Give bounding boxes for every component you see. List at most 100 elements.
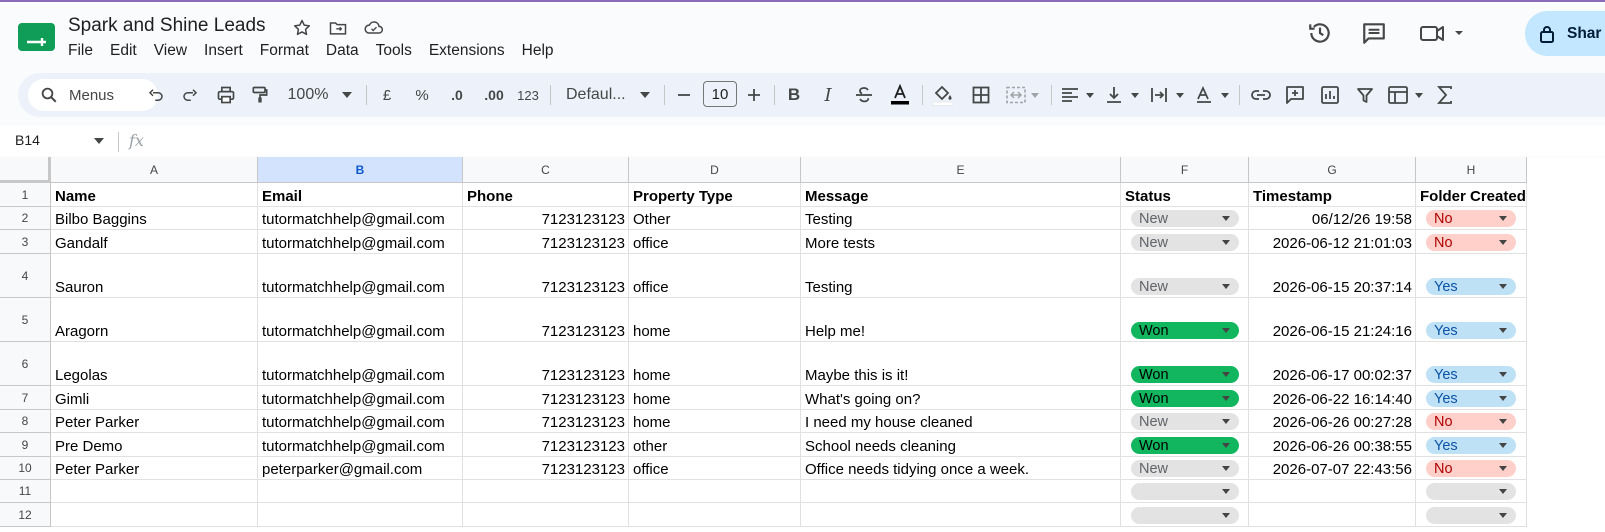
cell-email[interactable]: tutormatchhelp@gmail.com [258,207,463,230]
chip-chevron-down-icon[interactable] [1499,216,1507,221]
cell-name[interactable]: Aragorn [51,298,258,342]
chip-chevron-down-icon[interactable] [1499,466,1507,471]
chip-chevron-down-icon[interactable] [1222,240,1230,245]
cell-email[interactable]: tutormatchhelp@gmail.com [258,230,463,254]
status-dropdown-chip[interactable] [1131,507,1239,524]
status-dropdown-chip[interactable]: Won [1131,390,1239,407]
column-label-cell[interactable]: Folder Created [1416,183,1527,207]
row-header-6[interactable]: 6 [0,342,51,386]
cell-empty[interactable] [1249,503,1416,527]
cell-phone[interactable]: 7123123123 [463,433,629,457]
cell-message[interactable]: Help me! [801,298,1121,342]
row-header-7[interactable]: 7 [0,386,51,410]
currency-format-button[interactable]: £ [377,73,397,117]
cell-empty[interactable] [629,503,801,527]
paint-format-icon[interactable] [247,73,273,117]
cell-phone[interactable]: 7123123123 [463,410,629,433]
share-button[interactable]: Shar [1525,11,1605,56]
cell-timestamp[interactable]: 2026-06-26 00:27:28 [1249,410,1416,433]
folder-created-dropdown-chip[interactable] [1426,483,1516,500]
chip-chevron-down-icon[interactable] [1222,216,1230,221]
zoom-chevron-down-icon[interactable] [340,73,354,117]
increase-decimal-button[interactable]: .00 [480,73,508,117]
italic-icon[interactable]: I [817,73,839,117]
folder-created-dropdown-chip[interactable]: No [1426,210,1516,227]
row-header-11[interactable]: 11 [0,480,51,503]
text-rotation-icon[interactable] [1194,73,1232,117]
cell-type[interactable]: home [629,342,801,386]
cell-type[interactable]: home [629,410,801,433]
cell-email[interactable]: tutormatchhelp@gmail.com [258,386,463,410]
chip-chevron-down-icon[interactable] [1499,419,1507,424]
cell-phone[interactable]: 7123123123 [463,342,629,386]
chip-chevron-down-icon[interactable] [1222,284,1230,289]
column-header-g[interactable]: G [1249,157,1416,183]
cell-message[interactable]: Maybe this is it! [801,342,1121,386]
chip-chevron-down-icon[interactable] [1222,489,1230,494]
row-header-3[interactable]: 3 [0,230,51,254]
select-all-corner[interactable] [0,157,51,183]
status-dropdown-chip[interactable]: Won [1131,366,1239,383]
status-dropdown-chip[interactable] [1131,483,1239,500]
name-box-chevron-down-icon[interactable] [94,138,104,144]
row-header-5[interactable]: 5 [0,298,51,342]
column-header-b[interactable]: B [258,157,463,183]
folder-created-dropdown-chip[interactable]: Yes [1426,437,1516,454]
cell-message[interactable]: Testing [801,254,1121,298]
font-chevron-down-icon[interactable] [638,73,652,117]
percent-format-button[interactable]: % [412,73,432,117]
document-title[interactable]: Spark and Shine Leads [68,15,266,37]
status-dropdown-chip[interactable]: Won [1131,322,1239,339]
filter-icon[interactable] [1352,73,1378,117]
comments-icon[interactable] [1361,20,1387,51]
chip-chevron-down-icon[interactable] [1499,372,1507,377]
bold-icon[interactable]: B [783,73,805,117]
status-dropdown-chip[interactable]: New [1131,234,1239,251]
folder-created-dropdown-chip[interactable]: No [1426,234,1516,251]
row-header-10[interactable]: 10 [0,457,51,480]
horizontal-align-icon[interactable] [1059,73,1097,117]
cell-phone[interactable]: 7123123123 [463,298,629,342]
menu-insert[interactable]: Insert [204,42,243,60]
undo-icon[interactable] [144,73,168,117]
menu-extensions[interactable]: Extensions [429,42,505,60]
cell-empty[interactable] [258,503,463,527]
insert-comment-icon[interactable] [1282,73,1308,117]
font-size-decrease-icon[interactable] [675,73,693,117]
cell-email[interactable]: tutormatchhelp@gmail.com [258,433,463,457]
cell-timestamp[interactable]: 2026-07-07 22:43:56 [1249,457,1416,480]
insert-chart-icon[interactable] [1317,73,1343,117]
status-dropdown-chip[interactable]: New [1131,413,1239,430]
menu-edit[interactable]: Edit [110,42,137,60]
folder-created-dropdown-chip[interactable]: Yes [1426,366,1516,383]
chip-chevron-down-icon[interactable] [1222,328,1230,333]
filter-views-icon[interactable] [1386,73,1426,117]
status-dropdown-chip[interactable]: Won [1131,437,1239,454]
folder-created-dropdown-chip[interactable] [1426,507,1516,524]
cell-message[interactable]: Office needs tidying once a week. [801,457,1121,480]
functions-sigma-icon[interactable] [1434,73,1456,117]
cell-empty[interactable] [1249,480,1416,503]
cell-type[interactable]: office [629,457,801,480]
menu-view[interactable]: View [154,42,187,60]
star-icon[interactable] [290,16,314,40]
chip-chevron-down-icon[interactable] [1222,396,1230,401]
folder-created-dropdown-chip[interactable]: Yes [1426,278,1516,295]
chip-chevron-down-icon[interactable] [1499,489,1507,494]
cell-empty[interactable] [51,480,258,503]
column-header-c[interactable]: C [463,157,629,183]
cell-email[interactable]: tutormatchhelp@gmail.com [258,298,463,342]
menu-format[interactable]: Format [260,42,309,60]
cell-empty[interactable] [801,503,1121,527]
row-header-1[interactable]: 1 [0,183,51,207]
folder-created-dropdown-chip[interactable]: Yes [1426,390,1516,407]
column-header-e[interactable]: E [801,157,1121,183]
print-icon[interactable] [213,73,239,117]
cell-name[interactable]: Peter Parker [51,410,258,433]
cell-timestamp[interactable]: 2026-06-22 16:14:40 [1249,386,1416,410]
cell-email[interactable]: peterparker@gmail.com [258,457,463,480]
version-history-icon[interactable] [1307,20,1333,51]
chip-chevron-down-icon[interactable] [1499,513,1507,518]
cell-timestamp[interactable]: 06/12/26 19:58 [1249,207,1416,230]
cell-name[interactable]: Gandalf [51,230,258,254]
